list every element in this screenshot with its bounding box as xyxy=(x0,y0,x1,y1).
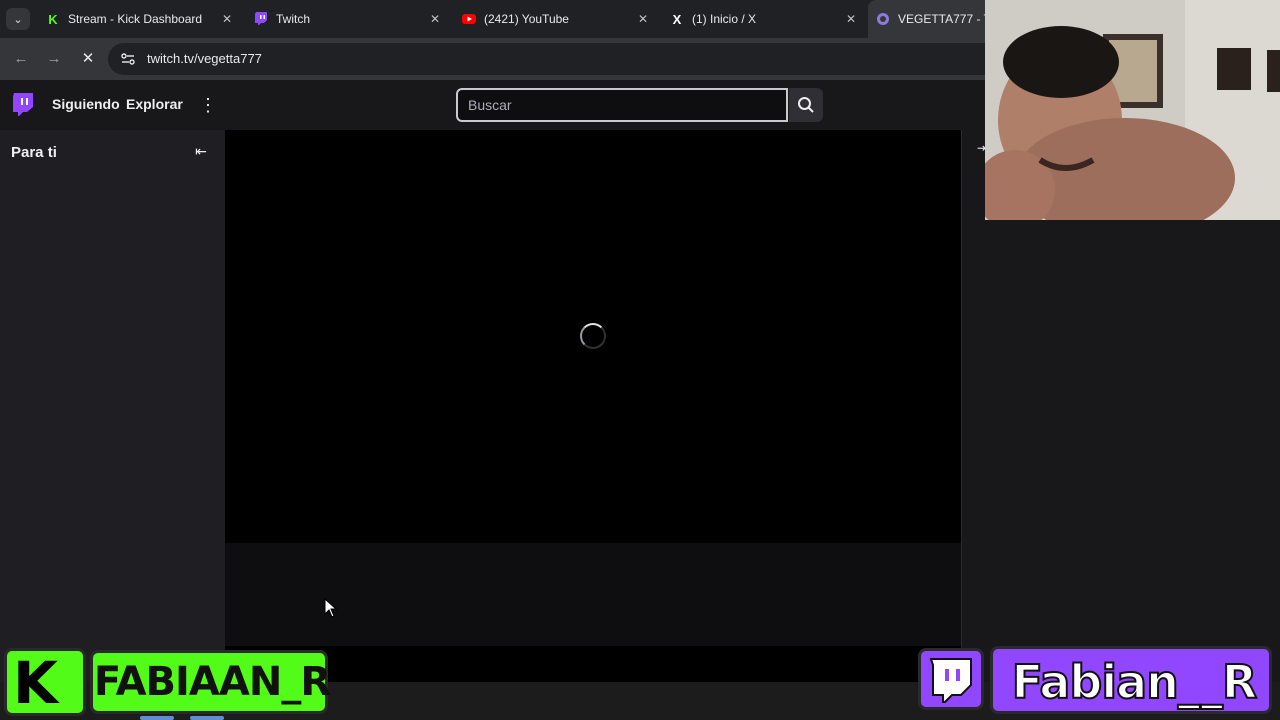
twitch-loading-icon xyxy=(876,12,890,26)
twitch-username: Fabian__R xyxy=(1011,654,1259,710)
back-arrow-icon[interactable]: ← xyxy=(10,48,32,70)
search-button[interactable] xyxy=(789,88,823,122)
loading-spinner-icon xyxy=(580,323,606,349)
kick-icon: K xyxy=(48,11,58,27)
forward-arrow-icon[interactable]: → xyxy=(43,48,65,70)
tab-label: Stream - Kick Dashboard xyxy=(68,12,203,26)
tab-label: (1) Inicio / X xyxy=(692,12,757,26)
sidebar-title: Para ti xyxy=(11,144,57,161)
collapse-sidebar-icon[interactable]: ⇤ xyxy=(192,142,210,160)
page-bottom-bar xyxy=(225,646,961,682)
video-player[interactable] xyxy=(225,130,961,543)
tab-label: VEGETTA777 - Tw xyxy=(898,12,998,26)
twitch-icon xyxy=(254,12,268,26)
taskbar-indicator xyxy=(190,716,224,720)
left-sidebar: Para ti ⇤ xyxy=(0,130,225,720)
tab-label: Twitch xyxy=(276,12,311,26)
kick-username: FABIAAN_R xyxy=(93,659,331,705)
kick-logo-icon: K xyxy=(13,649,58,717)
nav-following-link[interactable]: Siguiendo xyxy=(52,96,120,112)
more-options-icon[interactable]: ⋮ xyxy=(199,94,217,116)
x-icon: X xyxy=(672,11,682,27)
twitch-username-banner: Fabian__R xyxy=(990,646,1272,714)
twitch-logo-icon xyxy=(929,658,972,703)
search-input[interactable] xyxy=(456,88,788,122)
stop-loading-icon[interactable]: ✕ xyxy=(77,48,99,70)
screen: ⌄ K Stream - Kick Dashboard ✕ Twitch ✕ (… xyxy=(0,0,1280,720)
site-settings-icon[interactable] xyxy=(120,51,136,67)
tab-label: (2421) YouTube xyxy=(484,12,569,26)
twitch-logo-icon[interactable] xyxy=(12,93,34,117)
mouse-cursor-icon xyxy=(324,598,338,618)
twitch-logo-badge xyxy=(918,648,984,710)
nav-browse-link[interactable]: Explorar xyxy=(126,96,183,112)
channel-info-area xyxy=(225,543,961,646)
url-text[interactable]: twitch.tv/vegetta777 xyxy=(147,51,262,66)
tab-kick-dashboard[interactable]: K Stream - Kick Dashboard ✕ xyxy=(38,0,242,38)
close-tab-icon[interactable]: ✕ xyxy=(220,12,234,26)
tab-twitch[interactable]: Twitch ✕ xyxy=(246,0,450,38)
search-icon xyxy=(798,97,814,113)
close-tab-icon[interactable]: ✕ xyxy=(428,12,442,26)
close-tab-icon[interactable]: ✕ xyxy=(844,12,858,26)
tab-x[interactable]: X (1) Inicio / X ✕ xyxy=(662,0,866,38)
tab-youtube[interactable]: (2421) YouTube ✕ xyxy=(454,0,658,38)
kick-username-banner: FABIAAN_R xyxy=(90,650,331,714)
webcam-image xyxy=(985,0,1280,220)
youtube-icon xyxy=(462,12,476,26)
tab-vegetta777[interactable]: VEGETTA777 - Tw xyxy=(868,0,998,38)
kick-logo-badge: K xyxy=(4,648,86,716)
taskbar-indicator xyxy=(140,716,174,720)
webcam-overlay xyxy=(985,0,1280,220)
tab-search-chevron-icon[interactable]: ⌄ xyxy=(6,8,30,30)
close-tab-icon[interactable]: ✕ xyxy=(636,12,650,26)
